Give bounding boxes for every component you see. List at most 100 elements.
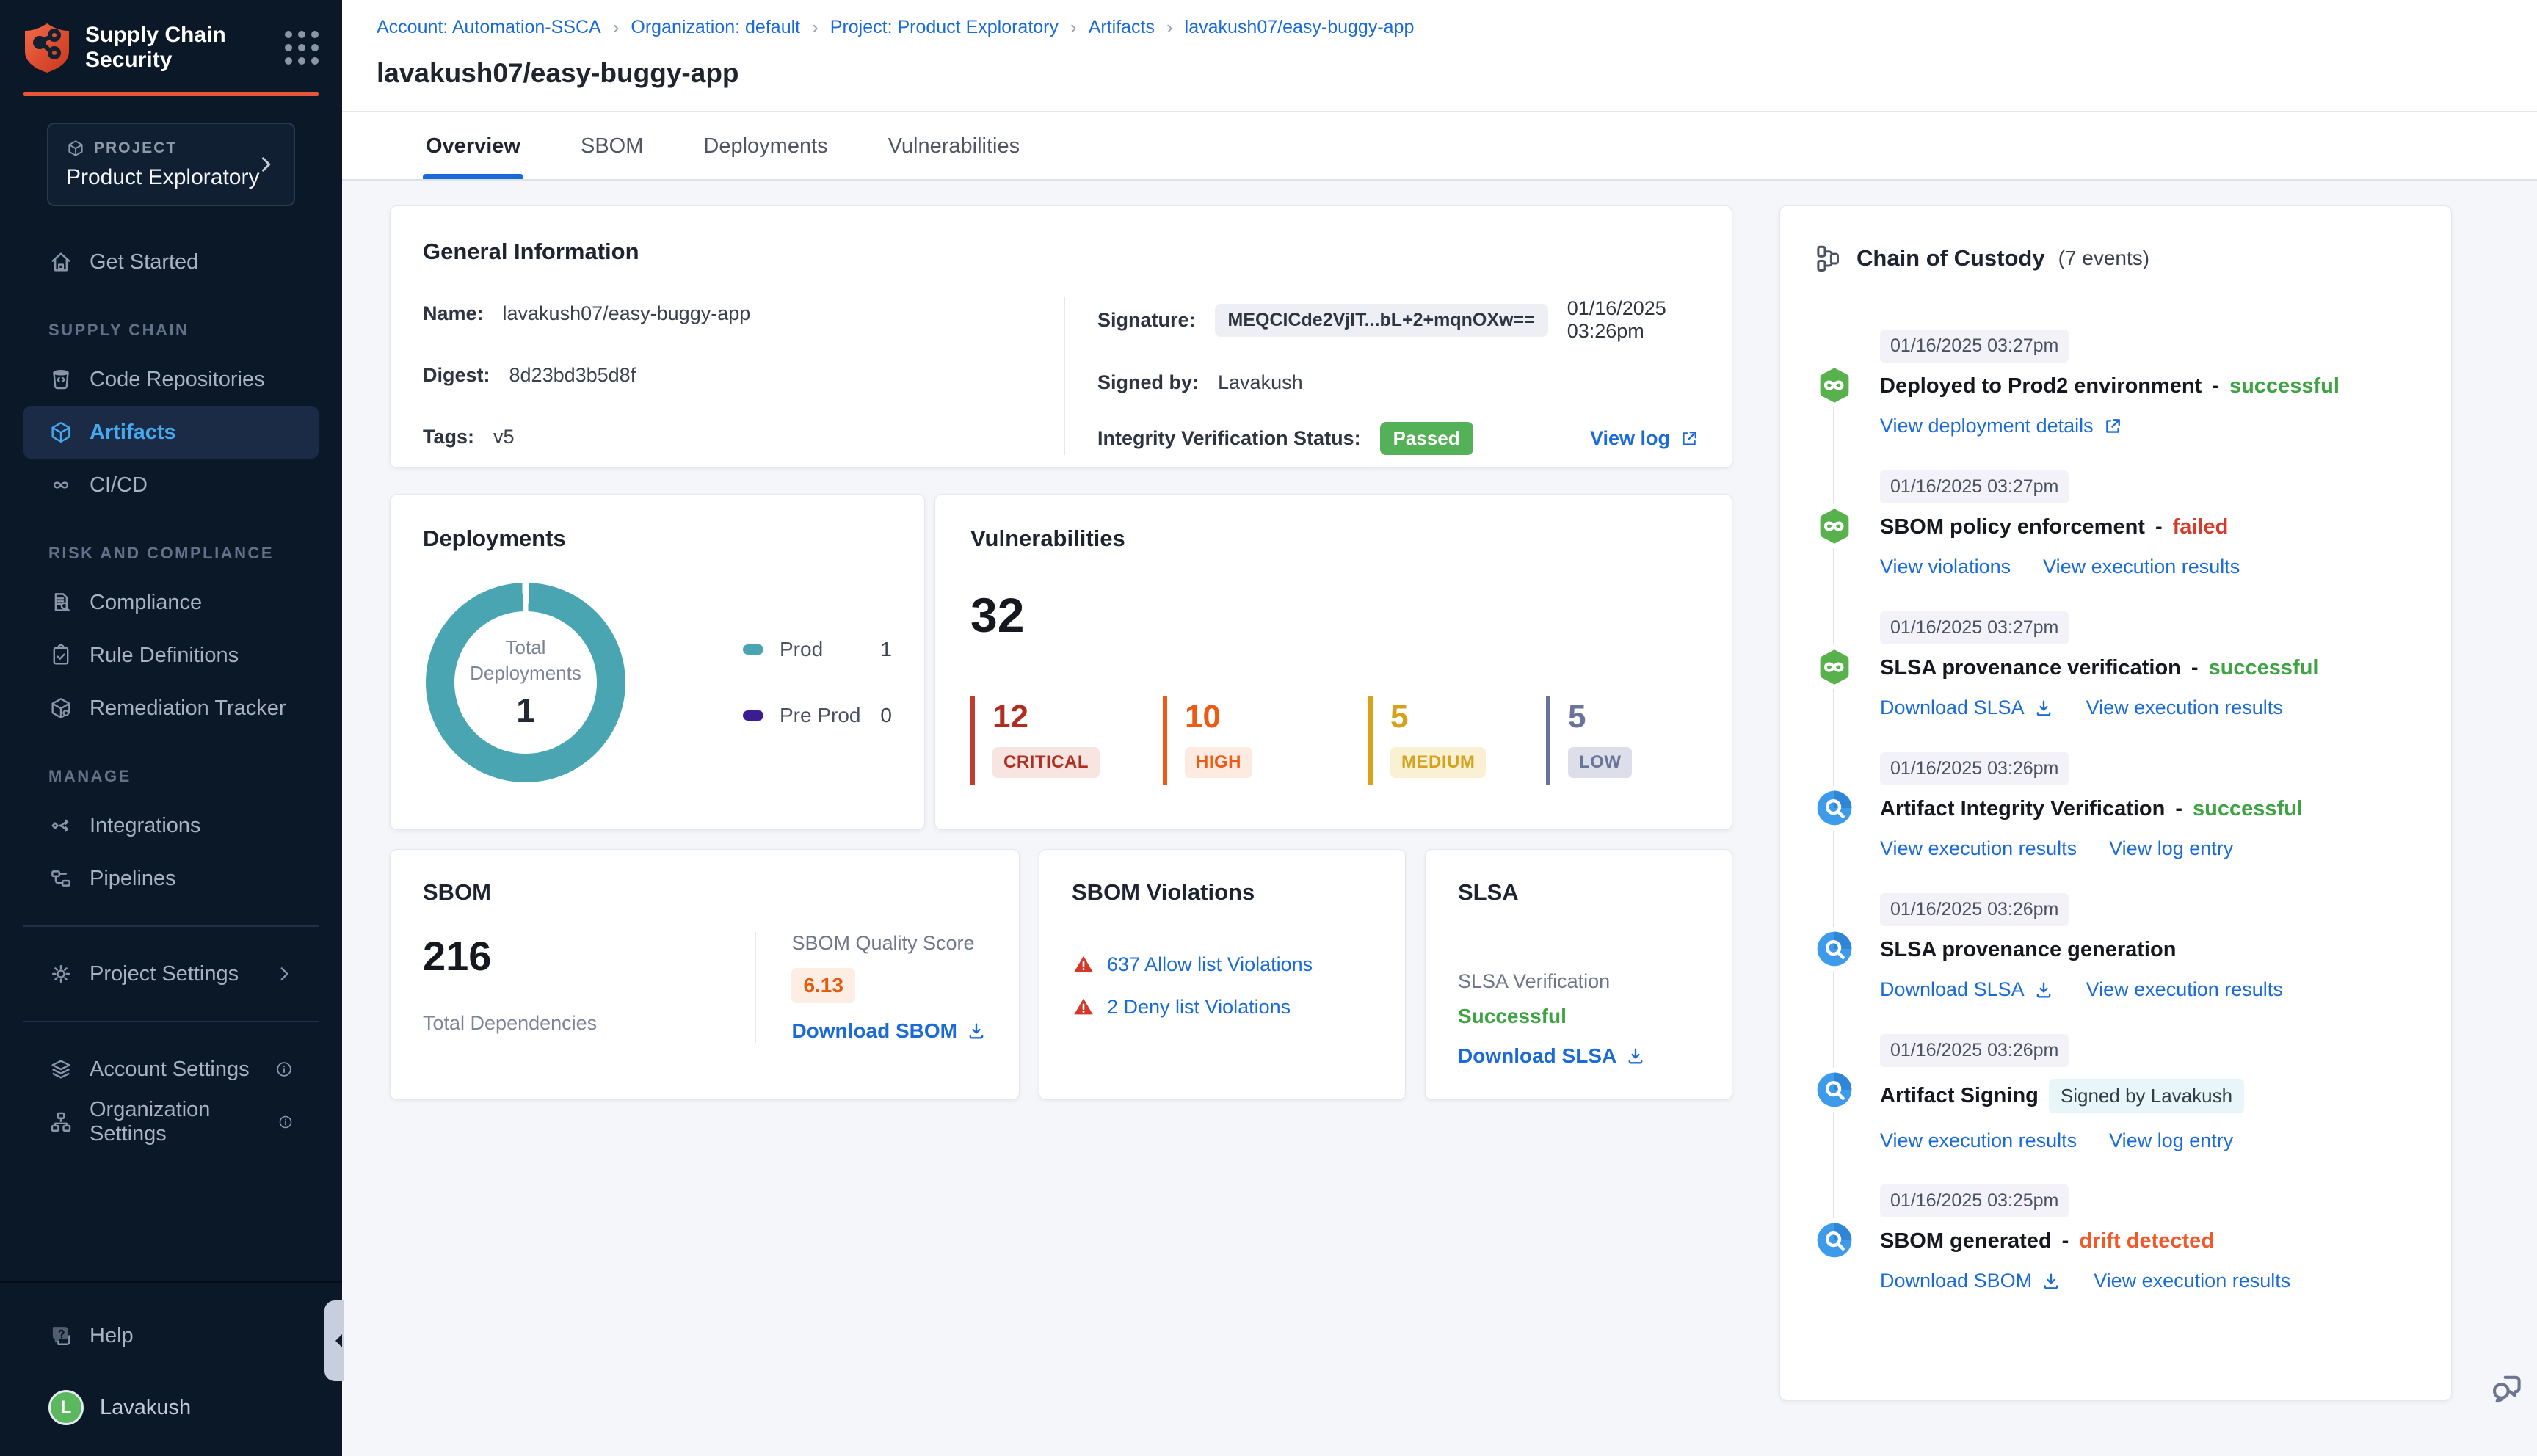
sidebar-item-organization-settings[interactable]: Organization Settings bbox=[23, 1096, 319, 1149]
event-link-download-sbom[interactable]: Download SBOM bbox=[1880, 1270, 2061, 1292]
event-link-view-log-entry[interactable]: View log entry bbox=[2109, 1129, 2233, 1152]
sidebar-item-label: Artifacts bbox=[90, 420, 176, 444]
download-icon bbox=[969, 1023, 984, 1039]
breadcrumb-item-1[interactable]: Account: Automation-SSCA bbox=[377, 17, 601, 38]
app-root: Supply Chain Security PROJECT Product Ex… bbox=[0, 0, 2537, 1456]
sidebar-item-project-settings[interactable]: Project Settings bbox=[23, 947, 319, 1000]
sidebar-item-pipelines[interactable]: Pipelines bbox=[23, 852, 319, 905]
sidebar-item-help[interactable]: Help bbox=[23, 1309, 319, 1362]
sidebar-item-compliance[interactable]: Compliance bbox=[23, 576, 319, 629]
event-link-view-execution-results[interactable]: View execution results bbox=[1880, 837, 2077, 860]
event-link-download-slsa[interactable]: Download SLSA bbox=[1880, 978, 2054, 1001]
tab-overview[interactable]: Overview bbox=[423, 112, 523, 179]
deployments-donut-chart[interactable]: Total Deployments 1 bbox=[426, 583, 625, 782]
general-information-card: General Information Name: lavakush07/easy… bbox=[390, 205, 1732, 468]
event-link-view-deployment-details[interactable]: View deployment details bbox=[1880, 415, 2123, 437]
breadcrumb-item-3[interactable]: Project: Product Exploratory bbox=[830, 17, 1059, 38]
sidebar-item-code-repositories[interactable]: Code Repositories bbox=[23, 353, 319, 406]
legend-value: 0 bbox=[880, 704, 892, 727]
event-link-view-execution-results[interactable]: View execution results bbox=[1880, 1129, 2077, 1152]
severity-count: 12 bbox=[992, 699, 1028, 735]
app-switcher-grid-icon[interactable] bbox=[285, 31, 319, 65]
donut-center-total: 1 bbox=[516, 691, 535, 730]
event-link-view-log-entry[interactable]: View log entry bbox=[2109, 837, 2233, 860]
cd-module-icon bbox=[1814, 647, 1855, 688]
sidebar-item-label: Code Repositories bbox=[90, 367, 265, 391]
cd-module-icon bbox=[1814, 365, 1855, 406]
severity-low: 5 LOW bbox=[1546, 696, 1656, 785]
event-link-view-violations[interactable]: View violations bbox=[1880, 556, 2011, 578]
infinity-icon bbox=[48, 473, 73, 498]
chevron-right-icon bbox=[280, 967, 288, 980]
event-status: successful bbox=[2208, 656, 2319, 680]
event-link-download-slsa[interactable]: Download SLSA bbox=[1880, 696, 2054, 719]
legend-item-prod[interactable]: Prod 1 bbox=[743, 638, 892, 661]
integrity-status-badge: Passed bbox=[1379, 422, 1473, 455]
sidebar-item-label: CI/CD bbox=[90, 473, 148, 497]
main-area: Account: Automation-SSCA › Organization: d… bbox=[342, 0, 2537, 1456]
vulnerabilities-total: 32 bbox=[970, 588, 1025, 642]
info-icon[interactable] bbox=[275, 1060, 294, 1079]
sidebar-section-label: RISK AND COMPLIANCE bbox=[48, 544, 275, 562]
tab-deployments[interactable]: Deployments bbox=[700, 112, 830, 179]
breadcrumb-item-2[interactable]: Organization: default bbox=[631, 17, 800, 38]
external-link-icon bbox=[1683, 431, 1696, 445]
sidebar-item-label: Integrations bbox=[90, 813, 201, 837]
overview-column: General Information Name: lavakush07/easy… bbox=[390, 205, 1732, 1456]
signature-value[interactable]: MEQCICde2VjIT...bL+2+mqnOXw== bbox=[1214, 303, 1548, 337]
card-title: General Information bbox=[423, 239, 639, 264]
sidebar-item-remediation-tracker[interactable]: Remediation Tracker bbox=[23, 682, 319, 735]
sidebar-item-artifacts[interactable]: Artifacts bbox=[23, 406, 319, 459]
sidebar-item-get-started[interactable]: Get Started bbox=[23, 236, 319, 288]
download-sbom-link[interactable]: Download SBOM bbox=[791, 1019, 987, 1043]
view-log-link[interactable]: View log bbox=[1590, 427, 1699, 450]
sbom-total-label: Total Dependencies bbox=[423, 1012, 598, 1034]
breadcrumb-item-4[interactable]: Artifacts bbox=[1089, 17, 1155, 38]
event-status: failed bbox=[2172, 515, 2229, 539]
download-slsa-link[interactable]: Download SLSA bbox=[1458, 1044, 1646, 1068]
event-link-view-execution-results[interactable]: View execution results bbox=[2086, 978, 2283, 1001]
info-icon[interactable] bbox=[277, 1113, 294, 1132]
project-selector[interactable]: PROJECT Product Exploratory bbox=[47, 123, 295, 206]
event-timestamp: 01/16/2025 03:27pm bbox=[1880, 611, 2069, 644]
breadcrumb-item-5[interactable]: lavakush07/easy-buggy-app bbox=[1185, 17, 1415, 38]
sbom-quality-score-label: SBOM Quality Score bbox=[791, 932, 975, 954]
digest-label: Digest: bbox=[423, 363, 490, 386]
event-link-view-execution-results[interactable]: View execution results bbox=[2043, 556, 2240, 578]
sidebar-item-rule-definitions[interactable]: Rule Definitions bbox=[23, 629, 319, 682]
page-header: Account: Automation-SSCA › Organization: d… bbox=[342, 0, 2537, 112]
severity-high: 10 HIGH bbox=[1163, 696, 1346, 785]
sidebar: Supply Chain Security PROJECT Product Ex… bbox=[0, 0, 344, 1456]
legend-swatch bbox=[743, 644, 763, 655]
clipboard-check-icon bbox=[48, 643, 73, 668]
sidebar-item-ci-cd[interactable]: CI/CD bbox=[23, 459, 319, 512]
legend-item-pre-prod[interactable]: Pre Prod 0 bbox=[743, 704, 892, 727]
event-status: drift detected bbox=[2079, 1229, 2215, 1253]
sidebar-section-label: MANAGE bbox=[48, 767, 131, 785]
event-title: SBOM policy enforcement bbox=[1880, 515, 2145, 539]
project-name: Product Exploratory bbox=[66, 165, 260, 189]
sidebar-item-label: Project Settings bbox=[90, 961, 239, 986]
ci-module-icon bbox=[1814, 1069, 1855, 1110]
event-title: Artifact Signing bbox=[1880, 1084, 2039, 1107]
chevron-right-icon bbox=[261, 157, 271, 172]
event-link-view-execution-results[interactable]: View execution results bbox=[2086, 696, 2283, 719]
severity-count: 5 bbox=[1568, 699, 1586, 735]
sidebar-item-label: Rule Definitions bbox=[90, 643, 239, 667]
feedback-chat-icon[interactable] bbox=[2489, 1369, 2527, 1408]
tab-vulnerabilities[interactable]: Vulnerabilities bbox=[885, 112, 1023, 179]
name-label: Name: bbox=[423, 302, 484, 324]
user-menu[interactable]: L Lavakush bbox=[23, 1381, 319, 1434]
event-status: successful bbox=[2193, 797, 2303, 820]
custody-event-slsa-provenance-verification: 01/16/2025 03:27pm SLSA provenance verifi… bbox=[1812, 611, 2419, 786]
supply-chain-security-logo-icon bbox=[25, 23, 69, 73]
sidebar-item-account-settings[interactable]: Account Settings bbox=[23, 1043, 319, 1096]
custody-timeline: 01/16/2025 03:27pm Deployed to Prod2 envi… bbox=[1812, 330, 2419, 1293]
event-link-view-execution-results[interactable]: View execution results bbox=[2094, 1270, 2290, 1292]
sidebar-item-integrations[interactable]: Integrations bbox=[23, 799, 319, 852]
tab-sbom[interactable]: SBOM bbox=[578, 112, 646, 179]
violations-link-637-allow-list-violations[interactable]: 637 Allow list Violations bbox=[1107, 953, 1313, 976]
violations-link-2-deny-list-violations[interactable]: 2 Deny list Violations bbox=[1107, 996, 1291, 1019]
sidebar-collapse-handle[interactable] bbox=[324, 1300, 344, 1381]
user-name: Lavakush bbox=[100, 1395, 192, 1419]
